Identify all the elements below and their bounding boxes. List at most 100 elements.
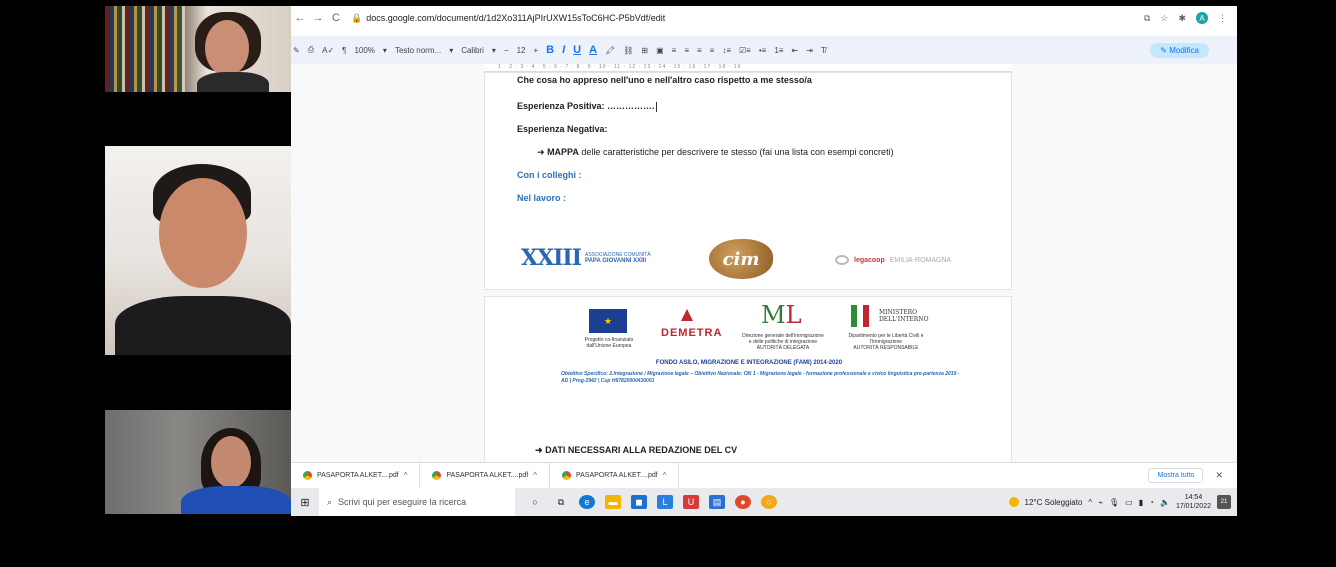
zoom-select[interactable]: 100%: [354, 46, 374, 55]
align-justify-icon[interactable]: ≡: [710, 46, 715, 55]
shared-screen: ← → C 🔒 docs.google.com/document/d/1d2Xo3…: [291, 6, 1237, 516]
document-page-2[interactable]: ★ Progetto co-finanziato dall'Unione Euro…: [484, 296, 1012, 466]
comment-icon[interactable]: ⊞: [641, 46, 648, 55]
font-size-increase[interactable]: +: [533, 46, 538, 55]
ml-logo-icon: ML: [761, 301, 802, 329]
windows-taskbar: ⊞ ⌕ Scrivi qui per eseguire la ricerca ○…: [291, 488, 1237, 516]
task-view-icon[interactable]: ⧉: [553, 495, 569, 509]
outlook-icon[interactable]: ▤: [709, 495, 725, 509]
extensions-icon[interactable]: ✱: [1178, 13, 1186, 24]
paint-format-icon[interactable]: ✎: [293, 46, 300, 55]
document-page-1[interactable]: Che cosa ho appreso nell'uno e nell'altr…: [484, 72, 1012, 290]
bullet-list-icon[interactable]: •≡: [759, 46, 766, 55]
highlight-icon[interactable]: 🖍: [605, 46, 615, 55]
network-icon[interactable]: ⌁: [1098, 498, 1103, 507]
participant-face: [205, 20, 249, 76]
share-icon[interactable]: ⧉: [1144, 13, 1150, 24]
italic-button[interactable]: I: [562, 44, 565, 56]
profile-avatar[interactable]: A: [1196, 12, 1208, 24]
app-blue-icon[interactable]: L: [657, 495, 673, 509]
font-size-field[interactable]: 12: [517, 46, 526, 55]
image-icon[interactable]: ▣: [656, 46, 664, 55]
forward-button[interactable]: →: [309, 12, 327, 24]
chevron-up-icon[interactable]: ^: [404, 471, 408, 480]
font-select[interactable]: Calibri: [461, 46, 484, 55]
legacoop-region: EMILIA-ROMAGNA: [889, 256, 952, 264]
bold-button[interactable]: B: [546, 44, 554, 56]
wifi-icon[interactable]: ◔: [1149, 498, 1154, 507]
volume-icon[interactable]: 🔈: [1160, 498, 1170, 507]
text-color-button[interactable]: A: [589, 44, 597, 56]
chevron-down-icon: ▾: [449, 45, 454, 55]
decrease-indent-icon[interactable]: ⇤: [791, 46, 798, 55]
app-red-icon[interactable]: U: [683, 495, 699, 509]
more-menu-icon[interactable]: ⋮: [1218, 13, 1227, 24]
display-icon[interactable]: ▭: [1125, 498, 1133, 507]
bookmark-star-icon[interactable]: ☆: [1160, 13, 1168, 24]
line-spacing-icon[interactable]: ↕≡: [722, 46, 731, 55]
store-icon[interactable]: ◼: [631, 495, 647, 509]
edge-icon[interactable]: e: [579, 495, 595, 509]
microphone-icon[interactable]: 🎙: [1109, 498, 1119, 507]
download-item[interactable]: PASAPORTA ALKET....pdf ^: [550, 462, 680, 489]
chrome-icon[interactable]: ●: [735, 495, 751, 509]
align-right-icon[interactable]: ≡: [697, 46, 702, 55]
ruler[interactable]: 1 · 2 · 3 · 4 · 5 · 6 · 7 · 8 · 9 · 10 ·…: [484, 64, 1012, 72]
font-size-decrease[interactable]: −: [504, 46, 509, 55]
participant-video-3[interactable]: [105, 410, 291, 514]
edit-mode-label: Modifica: [1169, 45, 1199, 55]
clock[interactable]: 14:54 17/01/2022: [1176, 493, 1211, 511]
close-icon[interactable]: ✕: [1215, 470, 1223, 481]
underline-button[interactable]: U: [573, 44, 581, 56]
chevron-up-icon[interactable]: ^: [533, 471, 537, 480]
style-select[interactable]: Testo norm...: [395, 46, 441, 55]
chevron-up-icon[interactable]: ^: [663, 471, 667, 480]
time: 14:54: [1184, 494, 1203, 501]
chrome-file-icon: [432, 471, 442, 480]
chevron-up-icon[interactable]: ^: [1088, 498, 1092, 507]
show-all-button[interactable]: Mostra tutto: [1148, 468, 1204, 483]
positiva-text: Esperienza Positiva: …………….: [517, 101, 655, 111]
file-explorer-icon[interactable]: ▬: [605, 495, 621, 509]
numbered-list-icon[interactable]: 1≡: [774, 46, 783, 55]
pencil-icon: ✎: [1160, 45, 1170, 55]
checklist-icon[interactable]: ☑≡: [739, 46, 751, 55]
date: 17/01/2022: [1175, 503, 1211, 510]
windows-start-icon[interactable]: ⊞: [291, 496, 319, 509]
clear-formatting-icon[interactable]: T̸: [821, 46, 826, 55]
download-item[interactable]: PASAPORTA ALKET....pdf ^: [420, 462, 550, 489]
edit-mode-button[interactable]: ✎ Modifica: [1150, 42, 1209, 58]
spellcheck-icon[interactable]: A✓: [322, 46, 334, 55]
doc-line-negativa: Esperienza Negativa:: [517, 124, 608, 134]
cortana-icon[interactable]: ○: [527, 495, 543, 509]
browser-address-bar: ← → C 🔒 docs.google.com/document/d/1d2Xo3…: [291, 6, 1237, 30]
weather-icon: [1008, 497, 1019, 507]
print-icon[interactable]: ⎙: [308, 45, 314, 55]
docs-toolbar: ✎ ⎙ A✓ ¶ 100% ▾ Testo norm... ▾ Calibri …: [291, 36, 1237, 64]
download-filename: PASAPORTA ALKET....pdf: [317, 472, 399, 479]
arrow-icon: ➜: [537, 147, 545, 157]
link-icon[interactable]: ⛓: [623, 46, 633, 55]
notifications-badge[interactable]: 21: [1217, 495, 1231, 509]
doc-line-mappa: ➜ MAPPA delle caratteristiche per descri…: [537, 147, 894, 158]
italy-flag-icon: [851, 305, 869, 327]
url-field[interactable]: 🔒 docs.google.com/document/d/1d2Xo311AjPI…: [351, 13, 665, 24]
reload-button[interactable]: C: [327, 12, 345, 24]
participant-video-2[interactable]: [105, 146, 291, 355]
weather-text[interactable]: 12°C Soleggiato: [1025, 498, 1083, 507]
format-painter-icon[interactable]: ¶: [342, 46, 346, 55]
back-button[interactable]: ←: [291, 12, 309, 24]
browser-actions: ⧉ ☆ ✱ A ⋮: [1144, 12, 1237, 24]
align-left-icon[interactable]: ≡: [672, 46, 677, 55]
xxiii-caption: ASSOCIAZIONE COMUNITÀ PAPA GIOVANNI XXIII: [585, 252, 651, 264]
participant-video-1[interactable]: [105, 6, 291, 92]
download-item[interactable]: PASAPORTA ALKET....pdf ^: [291, 462, 421, 489]
battery-icon[interactable]: ▮: [1139, 498, 1143, 507]
xxiii-mark: XXIII: [521, 245, 582, 271]
system-tray: 12°C Soleggiato ^ ⌁ 🎙 ▭ ▮ ◔ 🔈 14:54 17/01…: [1008, 493, 1237, 511]
taskbar-search[interactable]: ⌕ Scrivi qui per eseguire la ricerca: [319, 488, 515, 516]
align-center-icon[interactable]: ≡: [684, 46, 689, 55]
increase-indent-icon[interactable]: ⇥: [806, 46, 813, 55]
app-orange-icon[interactable]: ○: [761, 495, 777, 509]
logo-papa-giovanni: XXIII ASSOCIAZIONE COMUNITÀ PAPA GIOVANNI…: [521, 245, 651, 271]
